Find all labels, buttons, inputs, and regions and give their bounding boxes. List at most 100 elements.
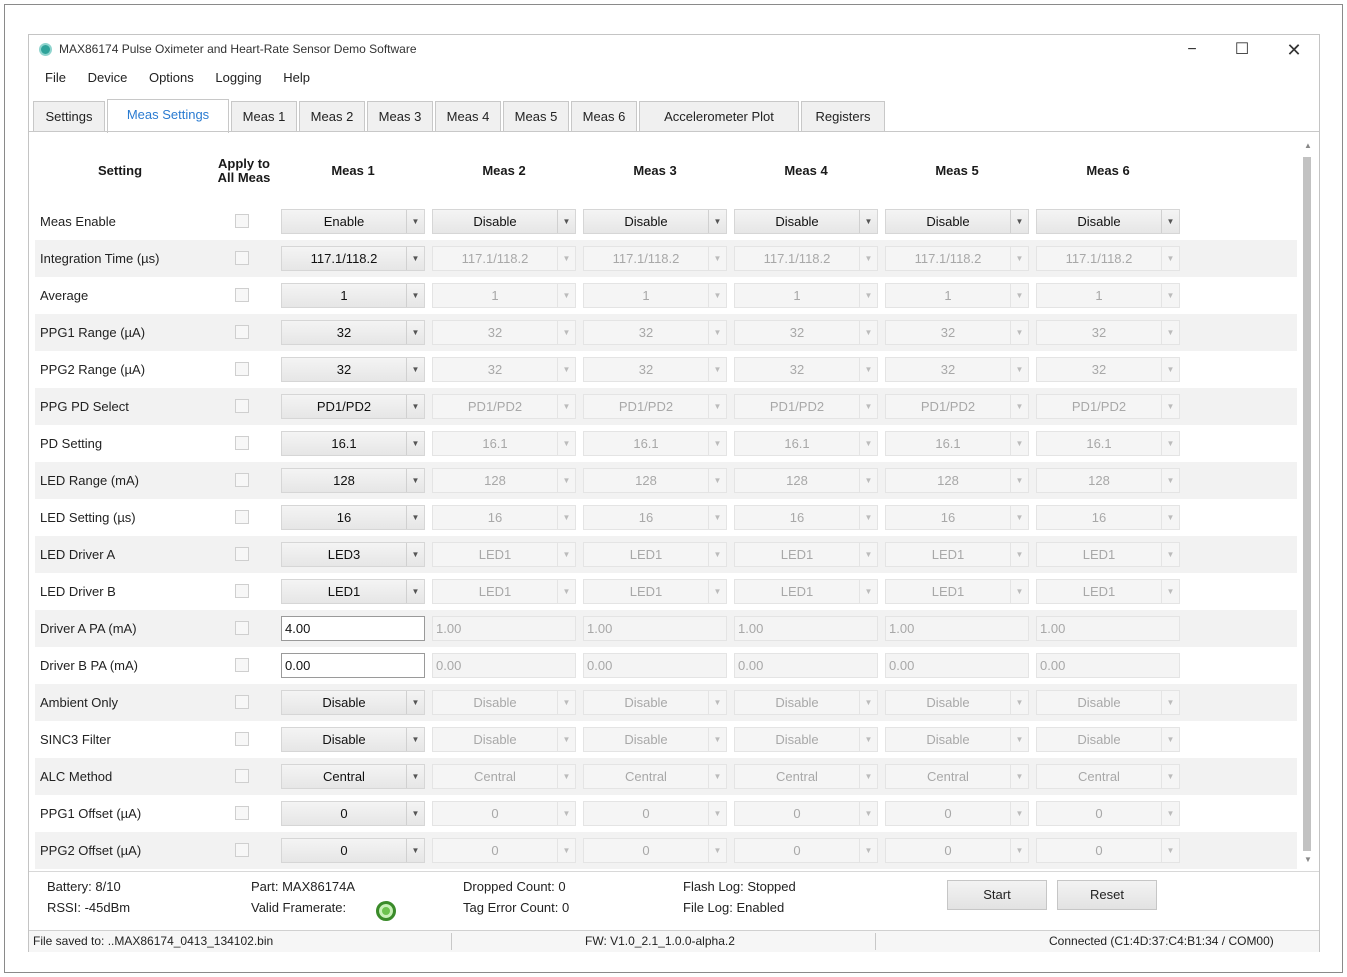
scroll-down-icon[interactable]: ▼: [1299, 855, 1317, 869]
meas-enable-meas-6-select[interactable]: Disable ▼: [1036, 209, 1180, 234]
apply-all-checkbox[interactable]: [235, 732, 249, 746]
chevron-down-icon[interactable]: ▼: [406, 728, 424, 751]
part-status: Part: MAX86174A: [251, 879, 356, 894]
led-setting-s-meas-1-select[interactable]: 16 ▼: [281, 505, 425, 530]
tab-settings[interactable]: Settings: [33, 101, 105, 132]
apply-all-checkbox[interactable]: [235, 214, 249, 228]
chevron-down-icon[interactable]: ▼: [406, 580, 424, 603]
chevron-down-icon[interactable]: ▼: [406, 691, 424, 714]
tab-registers[interactable]: Registers: [801, 101, 885, 132]
tab-meas-settings[interactable]: Meas Settings: [107, 99, 229, 133]
start-button[interactable]: Start: [947, 880, 1047, 910]
scroll-thumb[interactable]: [1303, 157, 1311, 851]
chevron-down-icon[interactable]: ▼: [406, 321, 424, 344]
apply-all-checkbox[interactable]: [235, 584, 249, 598]
vertical-scrollbar[interactable]: ▲ ▼: [1299, 141, 1317, 869]
driver-b-pa-ma-meas-1-input[interactable]: 0.00: [281, 653, 425, 678]
tab-meas-1[interactable]: Meas 1: [231, 101, 297, 132]
chevron-down-icon[interactable]: ▼: [406, 395, 424, 418]
led-driver-b-meas-1-select[interactable]: LED1 ▼: [281, 579, 425, 604]
menu-options[interactable]: Options: [141, 68, 202, 87]
chevron-down-icon[interactable]: ▼: [406, 284, 424, 307]
chevron-down-icon[interactable]: ▼: [406, 358, 424, 381]
apply-all-checkbox[interactable]: [235, 251, 249, 265]
chevron-down-icon: ▼: [708, 247, 726, 270]
menu-help[interactable]: Help: [275, 68, 318, 87]
apply-all-checkbox[interactable]: [235, 436, 249, 450]
reset-button[interactable]: Reset: [1057, 880, 1157, 910]
apply-all-checkbox[interactable]: [235, 769, 249, 783]
chevron-down-icon[interactable]: ▼: [406, 839, 424, 862]
tab-meas-2[interactable]: Meas 2: [299, 101, 365, 132]
chevron-down-icon: ▼: [708, 765, 726, 788]
integration-time-s-meas-1-select[interactable]: 117.1/118.2 ▼: [281, 246, 425, 271]
driver-a-pa-ma-meas-5-input: 1.00: [885, 616, 1029, 641]
driver-b-pa-ma-meas-2-input: 0.00: [432, 653, 576, 678]
driver-a-pa-ma-meas-1-input[interactable]: 4.00: [281, 616, 425, 641]
apply-all-checkbox[interactable]: [235, 806, 249, 820]
chevron-down-icon[interactable]: ▼: [1161, 210, 1179, 233]
select-value: 128: [635, 473, 657, 488]
apply-all-checkbox[interactable]: [235, 843, 249, 857]
select-value: 0: [491, 806, 499, 821]
menu-logging[interactable]: Logging: [207, 68, 269, 87]
led-range-ma-meas-1-select[interactable]: 128 ▼: [281, 468, 425, 493]
chevron-down-icon[interactable]: ▼: [406, 432, 424, 455]
meas-enable-meas-3-select[interactable]: Disable ▼: [583, 209, 727, 234]
meas-enable-meas-1-select[interactable]: Enable ▼: [281, 209, 425, 234]
average-meas-1-select[interactable]: 1 ▼: [281, 283, 425, 308]
tab-meas-3[interactable]: Meas 3: [367, 101, 433, 132]
chevron-down-icon[interactable]: ▼: [406, 247, 424, 270]
apply-all-checkbox[interactable]: [235, 362, 249, 376]
chevron-down-icon[interactable]: ▼: [406, 802, 424, 825]
apply-all-checkbox[interactable]: [235, 399, 249, 413]
apply-all-checkbox[interactable]: [235, 695, 249, 709]
apply-all-checkbox[interactable]: [235, 510, 249, 524]
chevron-down-icon[interactable]: ▼: [859, 210, 877, 233]
integration-time-s-meas-2-select: 117.1/118.2 ▼: [432, 246, 576, 271]
chevron-down-icon: ▼: [1010, 469, 1028, 492]
tab-meas-5[interactable]: Meas 5: [503, 101, 569, 132]
led-range-ma-meas-2-select: 128 ▼: [432, 468, 576, 493]
chevron-down-icon[interactable]: ▼: [406, 506, 424, 529]
chevron-down-icon[interactable]: ▼: [406, 210, 424, 233]
sinc3-filter-meas-1-select[interactable]: Disable ▼: [281, 727, 425, 752]
close-button[interactable]: ✕: [1271, 37, 1317, 63]
scroll-up-icon[interactable]: ▲: [1299, 141, 1317, 155]
menu-device[interactable]: Device: [80, 68, 136, 87]
apply-all-checkbox[interactable]: [235, 325, 249, 339]
chevron-down-icon[interactable]: ▼: [406, 469, 424, 492]
chevron-down-icon[interactable]: ▼: [1010, 210, 1028, 233]
ppg2-offset-a-meas-1-select[interactable]: 0 ▼: [281, 838, 425, 863]
chevron-down-icon[interactable]: ▼: [557, 210, 575, 233]
apply-all-checkbox[interactable]: [235, 473, 249, 487]
select-value: Disable: [322, 732, 366, 747]
chevron-down-icon[interactable]: ▼: [406, 543, 424, 566]
chevron-down-icon[interactable]: ▼: [708, 210, 726, 233]
maximize-button[interactable]: ☐: [1219, 37, 1265, 63]
ppg1-offset-a-meas-1-select[interactable]: 0 ▼: [281, 801, 425, 826]
alc-method-meas-1-select[interactable]: Central ▼: [281, 764, 425, 789]
led-driver-a-meas-1-select[interactable]: LED3 ▼: [281, 542, 425, 567]
meas-enable-meas-5-select[interactable]: Disable ▼: [885, 209, 1029, 234]
meas-enable-meas-4-select[interactable]: Disable ▼: [734, 209, 878, 234]
minimize-button[interactable]: −: [1169, 37, 1215, 63]
ppg1-offset-a-meas-3-select: 0 ▼: [583, 801, 727, 826]
ppg1-offset-a-meas-2-select: 0 ▼: [432, 801, 576, 826]
apply-all-checkbox[interactable]: [235, 288, 249, 302]
pd-setting-meas-1-select[interactable]: 16.1 ▼: [281, 431, 425, 456]
tab-accelerometer-plot[interactable]: Accelerometer Plot: [639, 101, 799, 132]
tab-meas-4[interactable]: Meas 4: [435, 101, 501, 132]
chevron-down-icon: ▼: [708, 839, 726, 862]
ppg2-range-a-meas-1-select[interactable]: 32 ▼: [281, 357, 425, 382]
ppg1-range-a-meas-1-select[interactable]: 32 ▼: [281, 320, 425, 345]
chevron-down-icon[interactable]: ▼: [406, 765, 424, 788]
tab-meas-6[interactable]: Meas 6: [571, 101, 637, 132]
apply-all-checkbox[interactable]: [235, 547, 249, 561]
ambient-only-meas-1-select[interactable]: Disable ▼: [281, 690, 425, 715]
ppg-pd-select-meas-1-select[interactable]: PD1/PD2 ▼: [281, 394, 425, 419]
menu-file[interactable]: File: [37, 68, 74, 87]
meas-enable-meas-2-select[interactable]: Disable ▼: [432, 209, 576, 234]
apply-all-checkbox[interactable]: [235, 658, 249, 672]
apply-all-checkbox[interactable]: [235, 621, 249, 635]
